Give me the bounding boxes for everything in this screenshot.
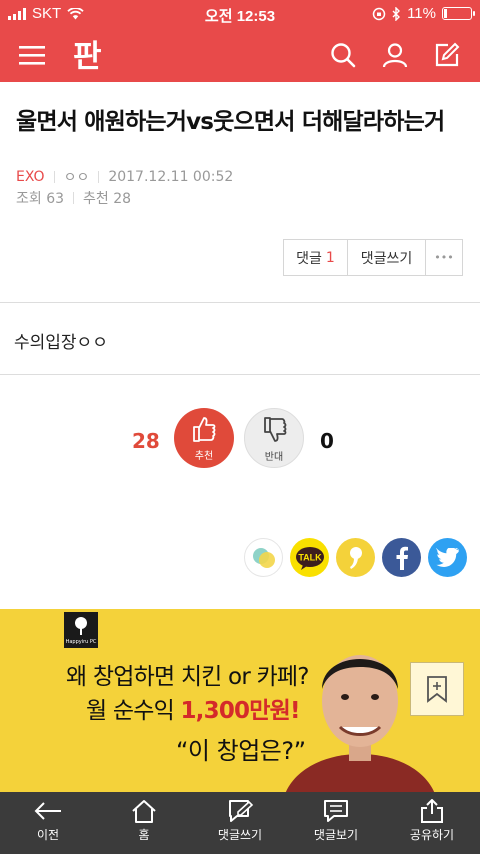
back-button[interactable]: 이전 <box>0 792 96 854</box>
share-icon <box>421 799 443 823</box>
write-comment-button[interactable]: 댓글쓰기 <box>348 240 426 275</box>
kakaotalk-share-button[interactable]: TALK <box>290 538 329 577</box>
profile-button[interactable] <box>370 28 420 82</box>
ad-brand-logo: Happyiru PC <box>64 612 98 648</box>
kakaotalk-icon: TALK <box>295 546 324 570</box>
home-button[interactable]: 홈 <box>96 792 192 854</box>
more-button[interactable]: ••• <box>426 240 462 275</box>
thumbs-down-icon <box>264 417 287 442</box>
comment-button-group: 댓글 1 댓글쓰기 ••• <box>283 239 463 276</box>
battery-percent: 11% <box>407 5 436 22</box>
kakaostory-icon <box>349 546 362 569</box>
post-body: 수의입장ㅇㅇ <box>14 333 108 353</box>
downvote-count: 0 <box>320 429 334 453</box>
share-tab[interactable]: 공유하기 <box>384 792 480 854</box>
share-link-button[interactable] <box>244 538 283 577</box>
thumbs-up-icon <box>193 417 216 442</box>
ad-bookmark-button[interactable] <box>410 662 464 716</box>
view-comments-tab[interactable]: 댓글보기 <box>288 792 384 854</box>
downvote-button[interactable]: 반대 <box>244 408 304 468</box>
ad-headline: 왜 창업하면 치킨 or 카페? <box>66 664 309 690</box>
write-post-button[interactable] <box>422 28 472 82</box>
svg-text:판: 판 <box>73 39 102 74</box>
svg-text:TALK: TALK <box>298 552 322 562</box>
pann-logo[interactable]: 판 <box>70 36 110 75</box>
search-icon <box>331 43 356 68</box>
divider <box>0 374 480 375</box>
view-count: 조회 63 <box>16 191 65 207</box>
bookmark-add-icon <box>427 676 447 703</box>
menu-button[interactable] <box>7 28 57 82</box>
recommend-count: 추천 28 <box>83 191 132 207</box>
search-button[interactable] <box>318 28 368 82</box>
hamburger-icon <box>19 46 45 65</box>
facebook-icon <box>396 546 408 570</box>
edit-icon <box>435 42 460 67</box>
category-link[interactable]: EXO <box>16 169 45 185</box>
divider <box>0 302 480 303</box>
post-stats: 조회 63 추천 28 <box>16 188 131 208</box>
twitter-icon <box>435 547 459 567</box>
app-header: 판 <box>0 28 480 82</box>
upvote-count: 28 <box>132 429 160 453</box>
ad-subline: 월 순수익 1,300만원! <box>86 698 300 724</box>
link-share-icon <box>252 547 275 568</box>
bluetooth-icon <box>392 6 401 21</box>
back-arrow-icon <box>34 802 61 820</box>
home-icon <box>132 800 156 823</box>
post-meta: EXO ㅇㅇ 2017.12.11 00:52 <box>16 167 233 187</box>
bottom-toolbar: 이전 홈 댓글쓰기 댓글보기 공유하기 <box>0 792 480 854</box>
downvote-label: 반대 <box>264 452 284 463</box>
author-name: ㅇㅇ <box>63 170 90 186</box>
view-comments-icon <box>324 800 348 822</box>
ad-banner[interactable]: Happyiru PC 왜 창업하면 치킨 or 카페? 월 순수익 1,300… <box>0 609 480 792</box>
status-bar: SKT 오전 12:53 11% <box>0 0 480 28</box>
kakaostory-share-button[interactable] <box>336 538 375 577</box>
upvote-label: 추천 <box>194 451 214 462</box>
comments-button[interactable]: 댓글 1 <box>284 240 348 275</box>
upvote-button[interactable]: 추천 <box>174 408 234 468</box>
battery-icon <box>442 7 475 20</box>
rotation-lock-icon <box>372 7 386 20</box>
post-date: 2017.12.11 00:52 <box>108 169 234 185</box>
user-icon <box>382 43 408 68</box>
write-comment-tab[interactable]: 댓글쓰기 <box>192 792 288 854</box>
twitter-share-button[interactable] <box>428 538 467 577</box>
write-comment-icon <box>229 800 254 822</box>
comment-count: 1 <box>325 249 335 266</box>
facebook-share-button[interactable] <box>382 538 421 577</box>
post-title: 울면서 애원하는거vs웃으면서 더해달라하는거 <box>16 109 445 135</box>
